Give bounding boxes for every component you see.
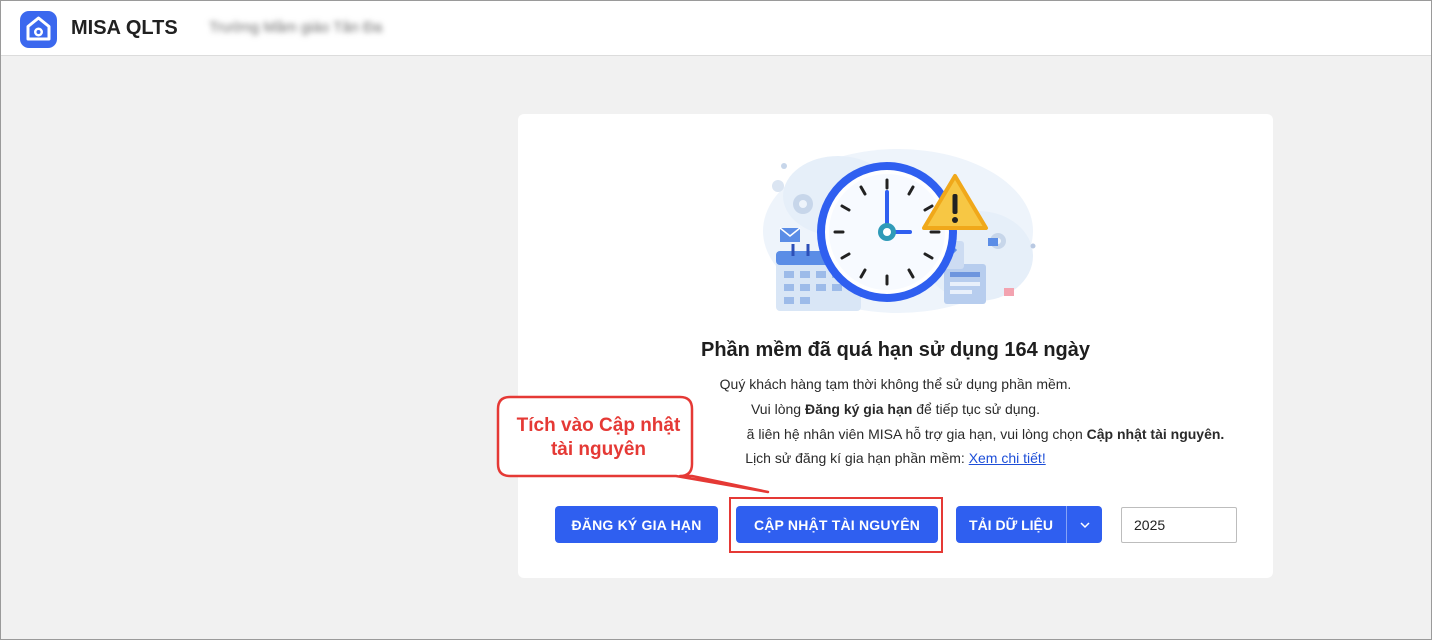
- year-input[interactable]: [1121, 507, 1237, 543]
- download-dropdown-toggle[interactable]: [1067, 506, 1102, 543]
- notice-line-1: Quý khách hàng tạm thời không thể sử dụn…: [719, 376, 1072, 392]
- download-data-button[interactable]: TẢI DỮ LIỆU: [956, 506, 1066, 543]
- register-renewal-button[interactable]: ĐĂNG KÝ GIA HẠN: [555, 506, 718, 543]
- notice-line-3-bold: Cập nhật tài nguyên.: [1086, 426, 1225, 442]
- notice-line-2-suffix: để tiếp tục sử dụng.: [912, 401, 1040, 417]
- app-title: MISA QLTS: [71, 17, 178, 39]
- expired-clock-illustration: [763, 149, 1036, 313]
- download-data-split-button: TẢI DỮ LIỆU: [956, 506, 1102, 543]
- clock-icon: [817, 162, 957, 302]
- notice-line-3-prefix: ã liên hệ nhân viên MISA hỗ trợ gia hạn,…: [746, 426, 1087, 442]
- expiry-headline: Phần mềm đã quá hạn sử dụng 164 ngày: [700, 339, 1090, 361]
- home-logo-icon[interactable]: [20, 11, 57, 48]
- notice-line-2-bold: Đăng ký gia hạn: [804, 401, 913, 417]
- view-details-link[interactable]: Xem chi tiết!: [969, 450, 1046, 466]
- mail-icon: [779, 227, 801, 242]
- top-bar: MISA QLTS Trường Mầm giáo Tân Đa: [1, 1, 1431, 56]
- organization-name: Trường Mầm giáo Tân Đa: [209, 19, 383, 36]
- history-label: Lịch sử đăng kí gia hạn phần mềm:: [745, 450, 969, 466]
- update-button-highlight: [729, 497, 943, 553]
- callout-text: Tích vào Cập nhật tài nguyên: [516, 415, 681, 460]
- chevron-down-icon: [1079, 521, 1090, 528]
